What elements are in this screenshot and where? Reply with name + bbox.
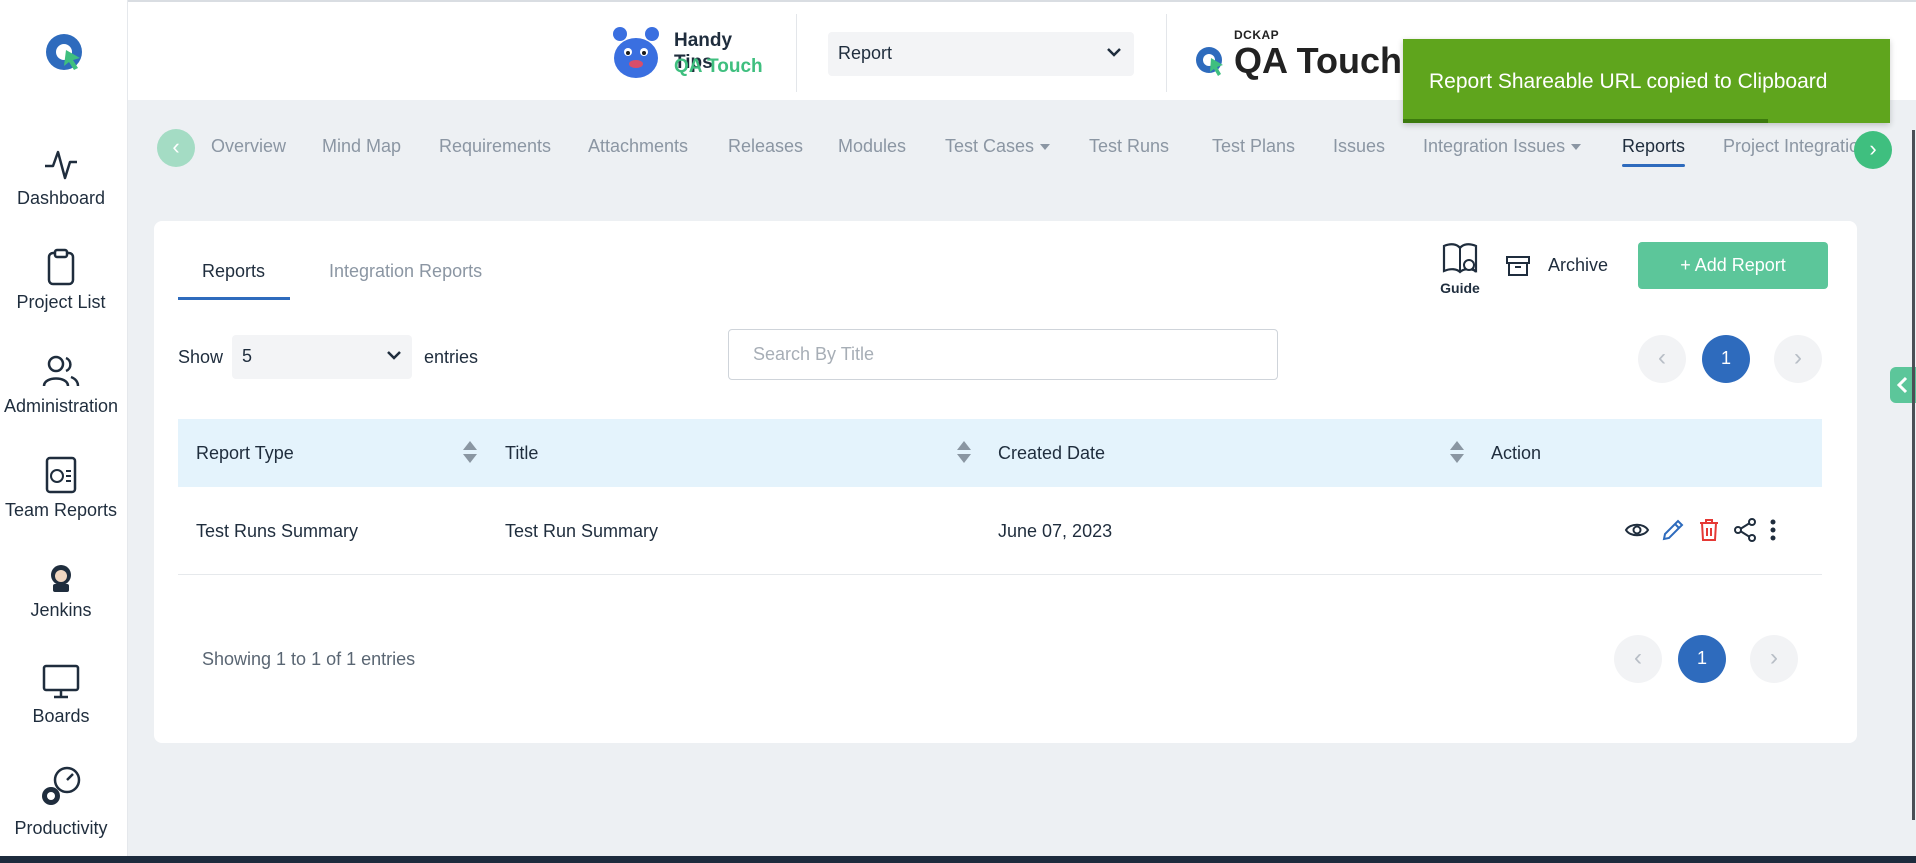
chevron-down-icon — [1107, 48, 1121, 57]
nav-scroll-left-button[interactable]: ‹ — [157, 129, 195, 167]
sidebar-item-dashboard[interactable]: Dashboard — [0, 146, 122, 209]
active-subtab-indicator — [178, 297, 290, 300]
add-report-button[interactable]: + Add Report — [1638, 242, 1828, 289]
clipboard-icon — [47, 248, 75, 286]
caret-down-icon — [1040, 144, 1051, 151]
subtab-integration-reports[interactable]: Integration Reports — [329, 261, 482, 282]
activity-icon — [45, 150, 77, 180]
entries-label: entries — [424, 347, 479, 367]
sidebar-item-administration[interactable]: Administration — [0, 352, 122, 417]
entries-select-value: 5 — [242, 346, 253, 366]
sort-icon[interactable] — [463, 441, 477, 465]
sidebar-item-team-reports[interactable]: Team Reports — [0, 456, 122, 521]
nav-scroll-right-button[interactable]: › — [1854, 131, 1892, 169]
scrollbar[interactable] — [1912, 130, 1915, 820]
entries-per-page-select[interactable]: 5 — [232, 335, 412, 379]
tab-issues[interactable]: Issues — [1333, 136, 1385, 157]
handy-tips-subtitle: QA Touch — [674, 56, 763, 77]
guide-label: Guide — [1440, 280, 1480, 296]
tab-label: Test Cases — [945, 136, 1035, 156]
pagination-page-button[interactable]: 1 — [1702, 335, 1750, 383]
taskbar-strip — [0, 856, 1916, 863]
tab-attachments[interactable]: Attachments — [588, 136, 688, 157]
jenkins-icon — [51, 565, 71, 592]
sidebar-item-productivity[interactable]: Productivity — [0, 764, 122, 839]
toast-message: Report Shareable URL copied to Clipboard — [1429, 70, 1828, 93]
guide-button[interactable]: Guide — [1436, 241, 1484, 296]
sort-icon[interactable] — [1450, 441, 1464, 465]
pagination-prev-button[interactable]: ‹ — [1614, 635, 1662, 683]
presentation-board-icon — [42, 664, 80, 699]
pagination-next-button[interactable]: › — [1750, 635, 1798, 683]
report-icon — [45, 456, 77, 494]
sidebar-item-label: Jenkins — [30, 600, 92, 620]
tab-integration-issues[interactable]: Integration Issues — [1423, 136, 1582, 157]
qatouch-logo[interactable] — [40, 28, 88, 76]
cell-created-date: June 07, 2023 — [998, 521, 1113, 541]
caret-down-icon — [1571, 144, 1582, 151]
sidebar-item-project-list[interactable]: Project List — [0, 248, 122, 313]
edit-pencil-icon[interactable] — [1660, 517, 1686, 543]
tab-test-runs[interactable]: Test Runs — [1089, 136, 1169, 157]
delete-trash-icon[interactable] — [1696, 517, 1722, 543]
column-header-title[interactable]: Title — [505, 443, 538, 464]
project-select-value: Report — [838, 43, 893, 63]
toast-notification: Report Shareable URL copied to Clipboard — [1403, 39, 1890, 123]
sidebar-item-label: Dashboard — [16, 188, 106, 208]
sidebar-item-boards[interactable]: Boards — [0, 662, 122, 727]
show-label: Show — [178, 347, 224, 367]
column-header-created-date[interactable]: Created Date — [998, 443, 1105, 464]
tab-test-cases[interactable]: Test Cases — [945, 136, 1051, 157]
divider — [796, 14, 797, 92]
tab-mind-map[interactable]: Mind Map — [322, 136, 401, 157]
book-search-icon — [1442, 243, 1478, 274]
project-select[interactable]: Report — [828, 32, 1134, 76]
tab-test-plans[interactable]: Test Plans — [1212, 136, 1295, 157]
archive-box-icon — [1506, 256, 1530, 277]
column-header-action: Action — [1491, 443, 1542, 463]
more-vertical-icon[interactable] — [1766, 517, 1780, 543]
sidebar-item-label: Team Reports — [4, 500, 118, 520]
reports-card: Reports Integration Reports Guide Archiv… — [154, 221, 1857, 743]
tab-requirements[interactable]: Requirements — [439, 136, 551, 157]
sidebar-item-label: Administration — [3, 396, 119, 416]
tab-reports[interactable]: Reports — [1622, 136, 1686, 167]
toast-progress-bar — [1403, 119, 1769, 123]
table-header: Report Type Title Created Date Action — [178, 419, 1822, 487]
brand-name: QA Touch — [1234, 40, 1402, 81]
archive-button[interactable]: Archive — [1506, 255, 1608, 277]
view-eye-icon[interactable] — [1624, 517, 1650, 543]
tab-project-integrations[interactable]: Project Integratio — [1723, 136, 1859, 157]
sidebar-item-label: Boards — [32, 706, 90, 726]
tab-modules[interactable]: Modules — [838, 136, 906, 157]
users-icon — [42, 355, 80, 387]
gear-gauge-icon — [42, 766, 81, 805]
chevron-down-icon — [387, 351, 401, 360]
tab-overview[interactable]: Overview — [211, 136, 286, 157]
tab-releases[interactable]: Releases — [728, 136, 803, 157]
table-row: Test Runs Summary Test Run Summary June … — [178, 487, 1822, 575]
search-input[interactable] — [728, 329, 1278, 380]
tab-label: Integration Issues — [1423, 136, 1566, 156]
pagination-next-button[interactable]: › — [1774, 335, 1822, 383]
cell-report-type: Test Runs Summary — [196, 521, 359, 541]
sidebar: Dashboard Project List Administration Te… — [0, 0, 128, 863]
qatouch-brand-icon — [1196, 47, 1223, 76]
showing-entries-text: Showing 1 to 1 of 1 entries — [202, 649, 416, 669]
archive-label: Archive — [1548, 255, 1609, 275]
handy-tips-widget[interactable]: Handy Tips QA Touch — [606, 22, 776, 84]
pagination-prev-button[interactable]: ‹ — [1638, 335, 1686, 383]
sidebar-item-jenkins[interactable]: Jenkins — [0, 562, 122, 621]
sort-icon[interactable] — [957, 441, 971, 465]
pagination-page-button[interactable]: 1 — [1678, 635, 1726, 683]
column-header-report-type[interactable]: Report Type — [196, 443, 294, 464]
share-icon[interactable] — [1732, 517, 1758, 543]
mascot-icon — [613, 27, 659, 78]
sidebar-item-label: Project List — [16, 292, 106, 312]
cell-title: Test Run Summary — [505, 521, 659, 541]
divider — [1166, 14, 1167, 92]
sidebar-item-label: Productivity — [14, 818, 108, 838]
subtab-reports[interactable]: Reports — [202, 261, 265, 282]
